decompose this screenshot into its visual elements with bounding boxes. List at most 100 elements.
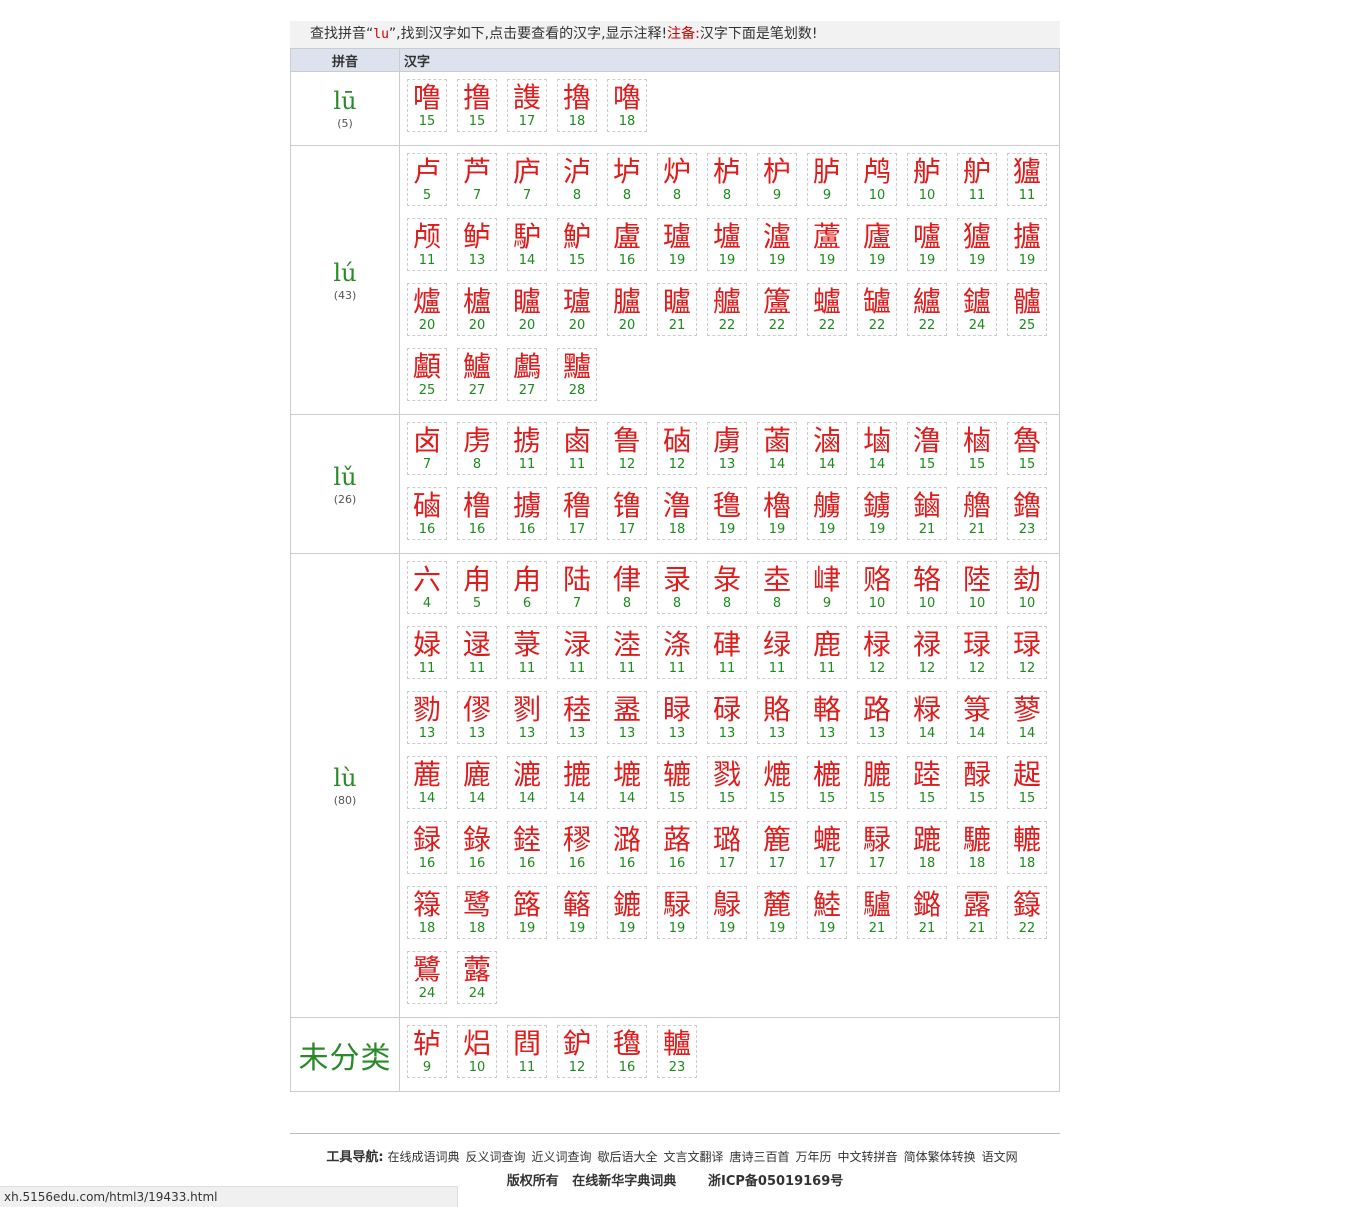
hanzi-link[interactable]: 錴 16: [507, 821, 547, 874]
hanzi-link[interactable]: 路 13: [857, 691, 897, 744]
hanzi-link[interactable]: 渌 11: [557, 626, 597, 679]
hanzi-link[interactable]: 鸕 27: [507, 348, 547, 401]
hanzi-link[interactable]: 録 16: [407, 821, 447, 874]
hanzi-link[interactable]: 侓8: [607, 561, 647, 614]
hanzi-link[interactable]: 驢 21: [857, 886, 897, 939]
hanzi-link[interactable]: 噜 15: [407, 79, 447, 132]
hanzi-link[interactable]: 魯 15: [1007, 422, 1047, 475]
hanzi-link[interactable]: 陸 10: [957, 561, 997, 614]
hanzi-link[interactable]: 騼 18: [957, 821, 997, 874]
hanzi-link[interactable]: 謢 17: [507, 79, 547, 132]
hanzi-link[interactable]: 轳9: [407, 1025, 447, 1078]
hanzi-link[interactable]: 樐 15: [957, 422, 997, 475]
tool-nav-link[interactable]: 近义词查询: [531, 1150, 591, 1164]
hanzi-link[interactable]: 磠 16: [407, 487, 447, 540]
hanzi-link[interactable]: 禄 12: [907, 626, 947, 679]
hanzi-link[interactable]: 廘 14: [457, 756, 497, 809]
hanzi-link[interactable]: 露 21: [957, 886, 997, 939]
hanzi-link[interactable]: 纑 22: [907, 283, 947, 336]
hanzi-link[interactable]: 鹵 11: [557, 422, 597, 475]
hanzi-link[interactable]: 掳 11: [507, 422, 547, 475]
hanzi-link[interactable]: 焒 10: [457, 1025, 497, 1078]
hanzi-link[interactable]: 蹗 18: [907, 821, 947, 874]
hanzi-link[interactable]: 颅 11: [407, 218, 447, 271]
hanzi-link[interactable]: 艫 22: [707, 283, 747, 336]
hanzi-link[interactable]: 芦7: [457, 153, 497, 206]
hanzi-link[interactable]: 蕗 16: [657, 821, 697, 874]
hanzi-link[interactable]: 顱 25: [407, 348, 447, 401]
hanzi-link[interactable]: 廬 19: [857, 218, 897, 271]
hanzi-link[interactable]: 鱸 27: [457, 348, 497, 401]
hanzi-link[interactable]: 蘆 19: [807, 218, 847, 271]
tool-nav-link[interactable]: 歇后语大全: [597, 1150, 657, 1164]
tool-nav-link[interactable]: 反义词查询: [465, 1150, 525, 1164]
hanzi-link[interactable]: 娽 11: [407, 626, 447, 679]
hanzi-link[interactable]: 騄 19: [657, 886, 697, 939]
hanzi-link[interactable]: 峍9: [807, 561, 847, 614]
hanzi-link[interactable]: 辘 15: [657, 756, 697, 809]
hanzi-link[interactable]: 輅 13: [807, 691, 847, 744]
hanzi-link[interactable]: 鹿 11: [807, 626, 847, 679]
hanzi-link[interactable]: 琭 12: [957, 626, 997, 679]
hanzi-link[interactable]: 胪9: [807, 153, 847, 206]
hanzi-link[interactable]: 陆7: [557, 561, 597, 614]
hanzi-link[interactable]: 髗 25: [1007, 283, 1047, 336]
hanzi-link[interactable]: 鹭 18: [457, 886, 497, 939]
hanzi-link[interactable]: 攎 19: [1007, 218, 1047, 271]
hanzi-link[interactable]: 炉8: [657, 153, 697, 206]
hanzi-link[interactable]: 六4: [407, 561, 447, 614]
hanzi-link[interactable]: 矑 20: [507, 283, 547, 336]
hanzi-link[interactable]: 趗 15: [1007, 756, 1047, 809]
hanzi-link[interactable]: 戮 15: [707, 756, 747, 809]
hanzi-link[interactable]: 甪6: [507, 561, 547, 614]
hanzi-link[interactable]: 櫓 19: [757, 487, 797, 540]
hanzi-link[interactable]: 澛 15: [907, 422, 947, 475]
hanzi-link[interactable]: 瓐 19: [657, 218, 697, 271]
hanzi-link[interactable]: 騄 17: [857, 821, 897, 874]
hanzi-link[interactable]: 塷 14: [857, 422, 897, 475]
hanzi-link[interactable]: 鏕 19: [607, 886, 647, 939]
tool-nav-link[interactable]: 文言文翻译: [664, 1150, 724, 1164]
hanzi-link[interactable]: 彔8: [707, 561, 747, 614]
hanzi-link[interactable]: 螰 17: [807, 821, 847, 874]
hanzi-link[interactable]: 蓼 14: [1007, 691, 1047, 744]
hanzi-link[interactable]: 摝 14: [557, 756, 597, 809]
hanzi-link[interactable]: 赂 10: [857, 561, 897, 614]
hanzi-link[interactable]: 逯 11: [457, 626, 497, 679]
hanzi-link[interactable]: 菉 11: [507, 626, 547, 679]
hanzi-link[interactable]: 轤 23: [657, 1025, 697, 1078]
tool-nav-link[interactable]: 唐诗三百首: [730, 1150, 790, 1164]
hanzi-link[interactable]: 臚 20: [607, 283, 647, 336]
hanzi-link[interactable]: 虏8: [457, 422, 497, 475]
hanzi-link[interactable]: 舻 10: [907, 153, 947, 206]
hanzi-link[interactable]: 舮 11: [957, 153, 997, 206]
hanzi-link[interactable]: 錄 16: [457, 821, 497, 874]
hanzi-link[interactable]: 卤7: [407, 422, 447, 475]
hanzi-link[interactable]: 镥 17: [607, 487, 647, 540]
hanzi-link[interactable]: 坴8: [757, 561, 797, 614]
hanzi-link[interactable]: 鏀 21: [907, 487, 947, 540]
hanzi-link[interactable]: 獹 19: [957, 218, 997, 271]
hanzi-link[interactable]: 嚕 18: [607, 79, 647, 132]
hanzi-link[interactable]: 鯥 19: [807, 886, 847, 939]
hanzi-link[interactable]: 枦9: [757, 153, 797, 206]
hanzi-link[interactable]: 簏 17: [757, 821, 797, 874]
hanzi-link[interactable]: 踛 15: [907, 756, 947, 809]
hanzi-link[interactable]: 橹 16: [457, 487, 497, 540]
tool-nav-link[interactable]: 中文转拼音: [838, 1150, 898, 1164]
hanzi-link[interactable]: 鲁 12: [607, 422, 647, 475]
hanzi-link[interactable]: 穋 16: [557, 821, 597, 874]
hanzi-link[interactable]: 垆8: [607, 153, 647, 206]
hanzi-link[interactable]: 爐 20: [407, 283, 447, 336]
hanzi-link[interactable]: 撸 15: [457, 79, 497, 132]
hanzi-link[interactable]: 櫨 20: [457, 283, 497, 336]
hanzi-link[interactable]: 擼 18: [557, 79, 597, 132]
hanzi-link[interactable]: 籙 22: [1007, 886, 1047, 939]
hanzi-link[interactable]: 瓐 20: [557, 283, 597, 336]
hanzi-link[interactable]: 漉 14: [507, 756, 547, 809]
hanzi-link[interactable]: 熝 15: [757, 756, 797, 809]
hanzi-link[interactable]: 簵 19: [557, 886, 597, 939]
hanzi-link[interactable]: 勠 13: [407, 691, 447, 744]
hanzi-link[interactable]: 涤 11: [657, 626, 697, 679]
hanzi-link[interactable]: 泸8: [557, 153, 597, 206]
